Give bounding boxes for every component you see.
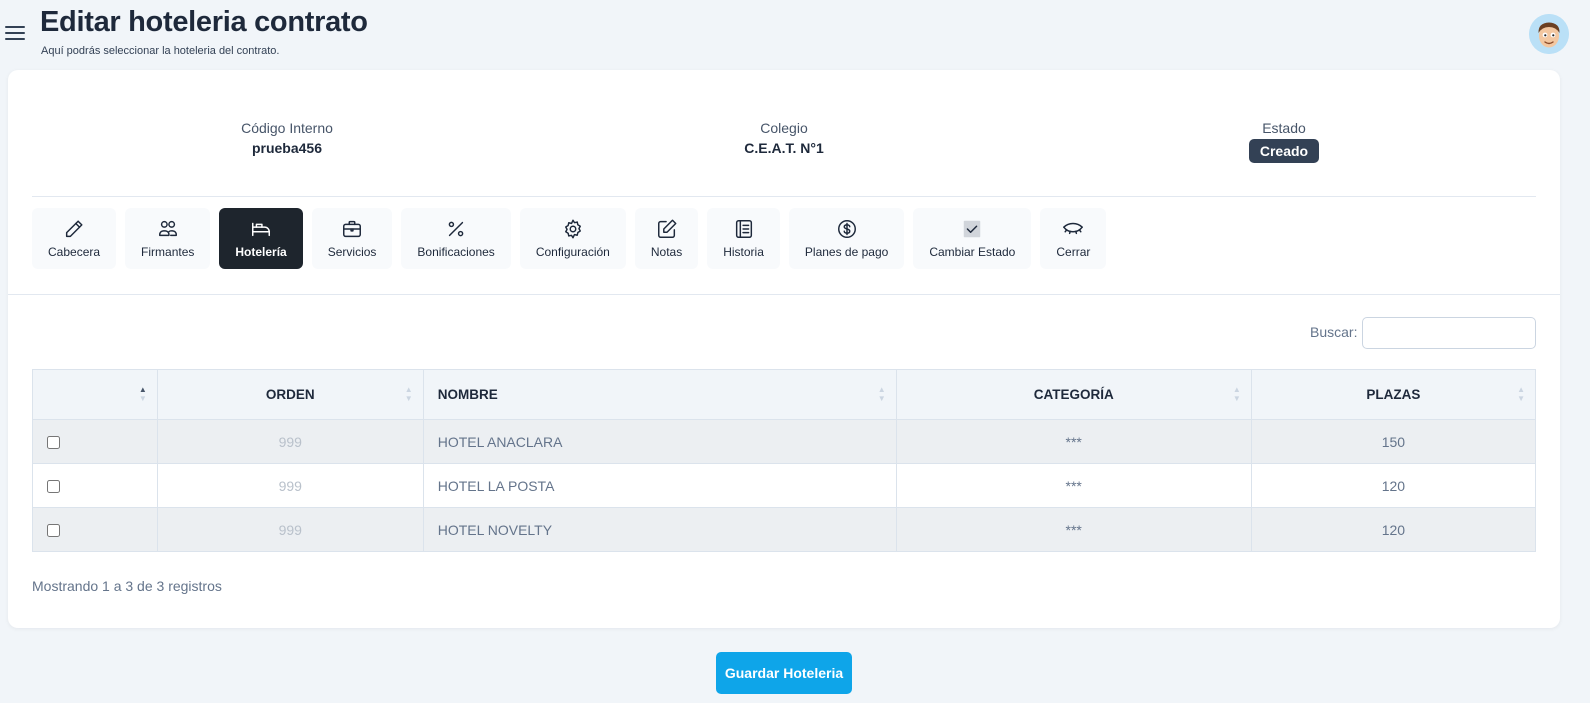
tab-bonificaciones[interactable]: Bonificaciones	[401, 208, 511, 269]
tab-servicios[interactable]: Servicios	[311, 208, 393, 269]
tab-notas[interactable]: Notas	[634, 208, 699, 269]
estado-label: Estado	[1262, 120, 1306, 136]
codigo-interno-label: Código Interno	[241, 120, 333, 136]
plazas-cell: 120	[1250, 463, 1537, 508]
tab-historia[interactable]: Historia	[707, 208, 780, 269]
plazas-cell: 150	[1250, 419, 1537, 464]
bed-icon	[252, 222, 271, 237]
journal-icon	[735, 220, 752, 238]
tab-label: Firmantes	[141, 245, 195, 259]
tab-label: Hotelería	[235, 245, 287, 259]
tab-hoteleria[interactable]: Hotelería	[219, 208, 303, 269]
column-header-select[interactable]: ▲ ▼	[32, 369, 158, 420]
tab-label: Servicios	[327, 245, 377, 259]
contract-card: Código Interno prueba456 Colegio C.E.A.T…	[8, 70, 1560, 628]
eye-closed-icon	[1063, 222, 1084, 235]
sort-icon: ▲ ▼	[1517, 385, 1525, 403]
tab-cabecera[interactable]: Cabecera	[32, 208, 117, 269]
sort-icon: ▲ ▼	[138, 385, 147, 403]
users-icon	[158, 220, 177, 237]
tab-label: Configuración	[535, 245, 610, 259]
page-subtitle: Aquí podrás seleccionar la hoteleria del…	[41, 45, 280, 57]
hotels-table: ▲ ▼ ORDEN ▲ ▼ NOMBRE ▲ ▼ CATEGORÍA ▲ ▼ PLAZA…	[32, 369, 1537, 552]
row-select-cell	[32, 463, 158, 508]
nombre-cell: HOTEL LA POSTA	[422, 463, 897, 508]
dollar-circle-icon	[837, 220, 856, 238]
divider	[8, 294, 1560, 295]
categoria-cell: ***	[895, 419, 1252, 464]
row-select-cell	[32, 507, 158, 552]
colegio-label: Colegio	[760, 120, 808, 136]
tab-bar: Cabecera Firmantes Hotelería Servicios B…	[32, 208, 1107, 269]
nombre-cell: HOTEL ANACLARA	[422, 419, 897, 464]
tab-configuracion[interactable]: Configuración	[519, 208, 626, 269]
table-row[interactable]: 999 HOTEL NOVELTY *** 120	[32, 507, 1537, 552]
avatar[interactable]	[1529, 14, 1569, 54]
colegio-value: C.E.A.T. N°1	[744, 140, 824, 156]
sort-icon: ▲ ▼	[877, 385, 886, 403]
tab-firmantes[interactable]: Firmantes	[125, 208, 211, 269]
orden-cell: 999	[156, 463, 424, 508]
tab-label: Planes de pago	[804, 245, 889, 259]
row-checkbox[interactable]	[47, 436, 60, 450]
percent-icon	[448, 221, 464, 237]
nombre-cell: HOTEL NOVELTY	[422, 507, 897, 552]
avatar-face-icon	[1529, 14, 1569, 54]
tab-label: Bonificaciones	[417, 245, 495, 259]
categoria-cell: ***	[895, 463, 1252, 508]
column-header-orden[interactable]: ORDEN ▲ ▼	[156, 369, 424, 420]
row-select-cell	[32, 419, 158, 464]
edit-note-icon	[657, 219, 676, 238]
orden-cell: 999	[156, 419, 424, 464]
table-row[interactable]: 999 HOTEL LA POSTA *** 120	[32, 463, 1537, 508]
row-checkbox[interactable]	[47, 480, 60, 494]
gear-icon	[564, 219, 581, 239]
table-row[interactable]: 999 HOTEL ANACLARA *** 150	[32, 419, 1537, 464]
codigo-interno-block: Código Interno prueba456	[137, 120, 437, 156]
sort-icon: ▲ ▼	[1232, 385, 1241, 403]
table-header-row: ▲ ▼ ORDEN ▲ ▼ NOMBRE ▲ ▼ CATEGORÍA ▲ ▼ PLAZA…	[32, 369, 1537, 420]
colegio-block: Colegio C.E.A.T. N°1	[634, 120, 934, 156]
tab-label: Historia	[723, 245, 764, 259]
table-info: Mostrando 1 a 3 de 3 registros	[32, 578, 222, 594]
tab-cambiar-estado[interactable]: Cambiar Estado	[913, 208, 1032, 269]
tab-planes-de-pago[interactable]: Planes de pago	[788, 208, 905, 269]
sort-icon: ▲ ▼	[404, 385, 413, 403]
page-title: Editar hoteleria contrato	[40, 6, 368, 38]
search-input[interactable]	[1362, 317, 1536, 349]
categoria-cell: ***	[895, 507, 1252, 552]
codigo-interno-value: prueba456	[251, 140, 323, 156]
briefcase-icon	[343, 220, 362, 238]
tab-label: Cambiar Estado	[929, 245, 1016, 259]
column-header-nombre[interactable]: NOMBRE ▲ ▼	[422, 369, 897, 420]
tab-label: Cabecera	[48, 245, 101, 259]
tab-label: Cerrar	[1056, 245, 1091, 259]
status-badge: Creado	[1248, 139, 1320, 163]
tab-cerrar[interactable]: Cerrar	[1040, 208, 1107, 269]
row-checkbox[interactable]	[47, 524, 60, 538]
save-hoteleria-button[interactable]: Guardar Hoteleria	[716, 652, 852, 694]
orden-cell: 999	[156, 507, 424, 552]
search-label: Buscar:	[1310, 324, 1358, 340]
plazas-cell: 120	[1250, 507, 1537, 552]
tab-label: Notas	[650, 245, 683, 259]
menu-icon[interactable]	[5, 26, 25, 42]
pencil-icon	[65, 220, 83, 238]
column-header-plazas[interactable]: PLAZAS ▲ ▼	[1250, 369, 1537, 420]
estado-block: Estado Creado	[1134, 120, 1434, 163]
divider	[32, 196, 1536, 197]
column-header-categoria[interactable]: CATEGORÍA ▲ ▼	[895, 369, 1252, 420]
check-square-icon	[964, 220, 981, 238]
